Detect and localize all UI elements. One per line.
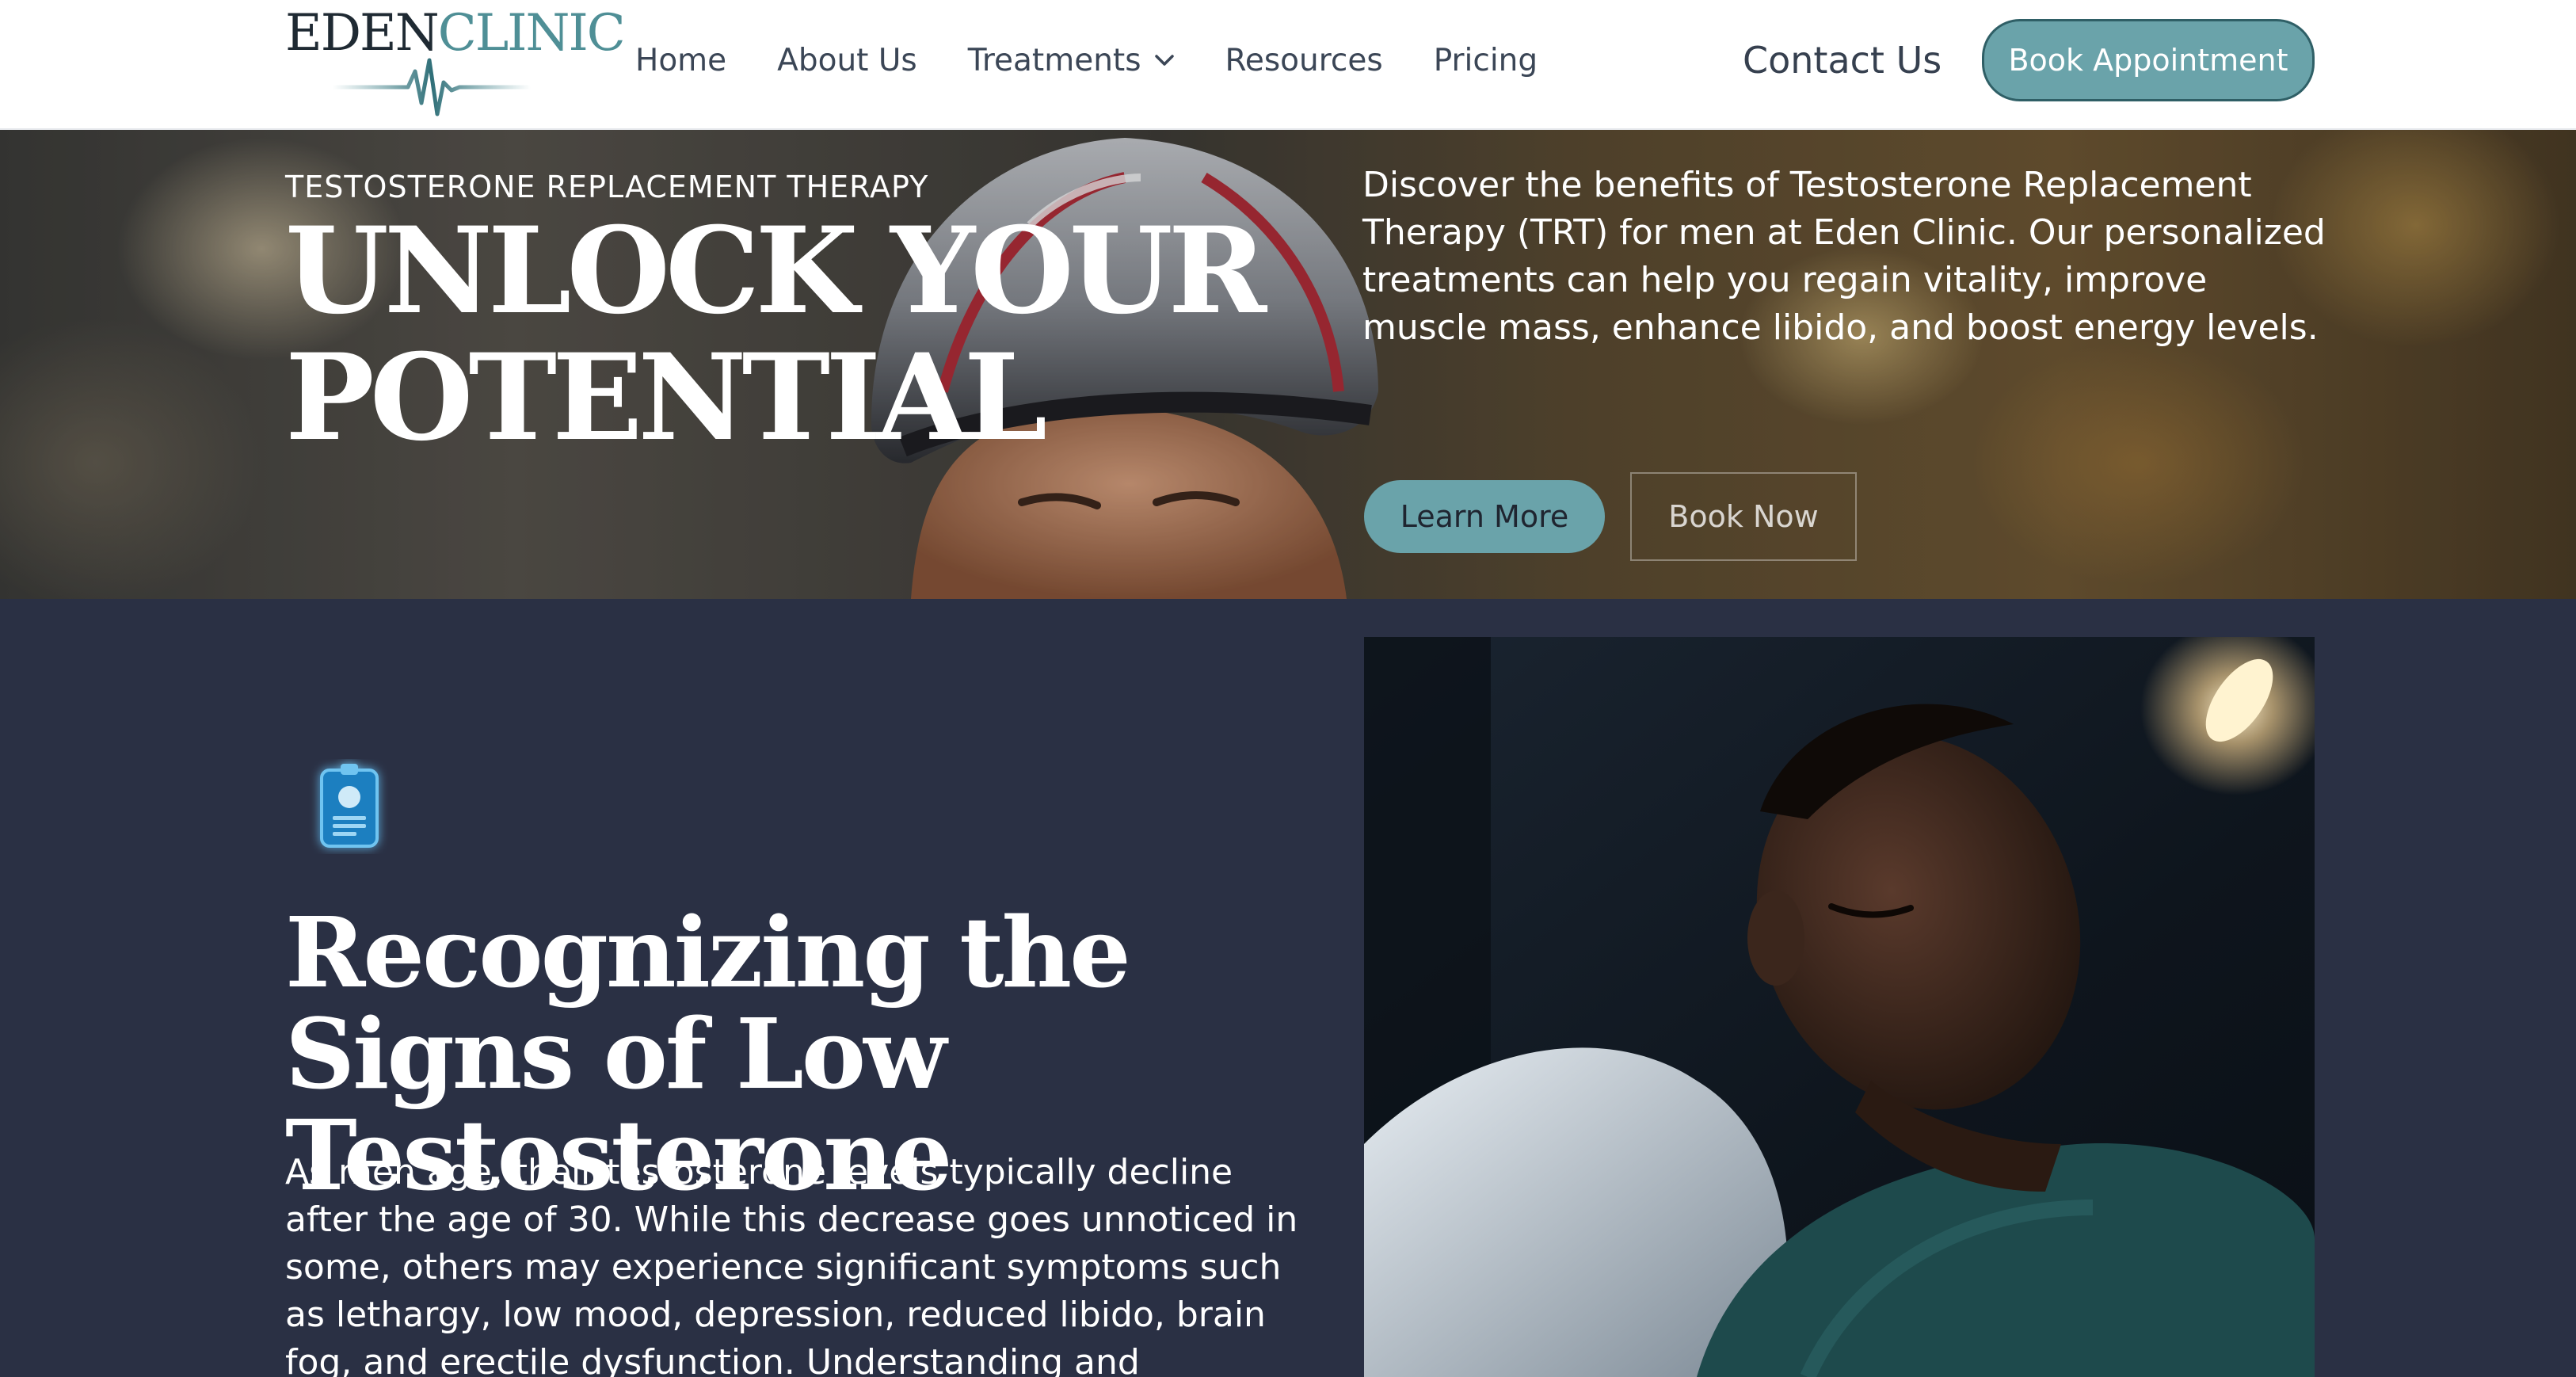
nav-about-label: About Us (777, 42, 917, 78)
contact-us-link[interactable]: Contact Us (1743, 35, 1942, 86)
logo-clinic-text: CLINIC (437, 4, 626, 63)
hero-eyebrow: TESTOSTERONE REPLACEMENT THERAPY (285, 170, 929, 204)
hero-description: Discover the benefits of Testosterone Re… (1362, 165, 2326, 348)
nav-link-resources[interactable]: Resources (1225, 43, 1383, 78)
book-appointment-button[interactable]: Book Appointment (1982, 19, 2315, 101)
signs-body-text: As men age, their testosterone levels ty… (285, 1152, 1298, 1377)
main-menu: Home About Us Treatments Resources Prici… (635, 36, 1588, 84)
eden-clinic-logo[interactable]: EDENCLINIC (285, 8, 626, 116)
nav-treatments-label: Treatments (967, 42, 1141, 78)
sleeping-man-photo (1364, 637, 2315, 1377)
nav-link-pricing[interactable]: Pricing (1434, 43, 1538, 78)
heartbeat-pulse-icon (333, 58, 531, 116)
learn-more-button[interactable]: Learn More (1364, 480, 1605, 553)
nav-link-about-us[interactable]: About Us (777, 43, 917, 78)
clipboard-icon (320, 764, 379, 848)
nav-link-home[interactable]: Home (635, 43, 726, 78)
nav-home-label: Home (635, 42, 727, 78)
nav-pricing-label: Pricing (1433, 42, 1538, 78)
chevron-down-icon (1154, 55, 1174, 66)
top-navigation: EDENCLINIC Home About Us Treatments Reso… (0, 0, 2576, 130)
hero-title: UNLOCK YOUR POTENTIAL (285, 201, 1267, 467)
logo-eden-text: EDEN (285, 4, 440, 63)
logo-wordmark: EDENCLINIC (285, 8, 626, 59)
book-now-button[interactable]: Book Now (1630, 472, 1857, 561)
nav-link-treatments[interactable]: Treatments (968, 43, 1175, 78)
nav-resources-label: Resources (1225, 42, 1383, 78)
hero-section: TESTOSTERONE REPLACEMENT THERAPY UNLOCK … (0, 130, 2576, 599)
